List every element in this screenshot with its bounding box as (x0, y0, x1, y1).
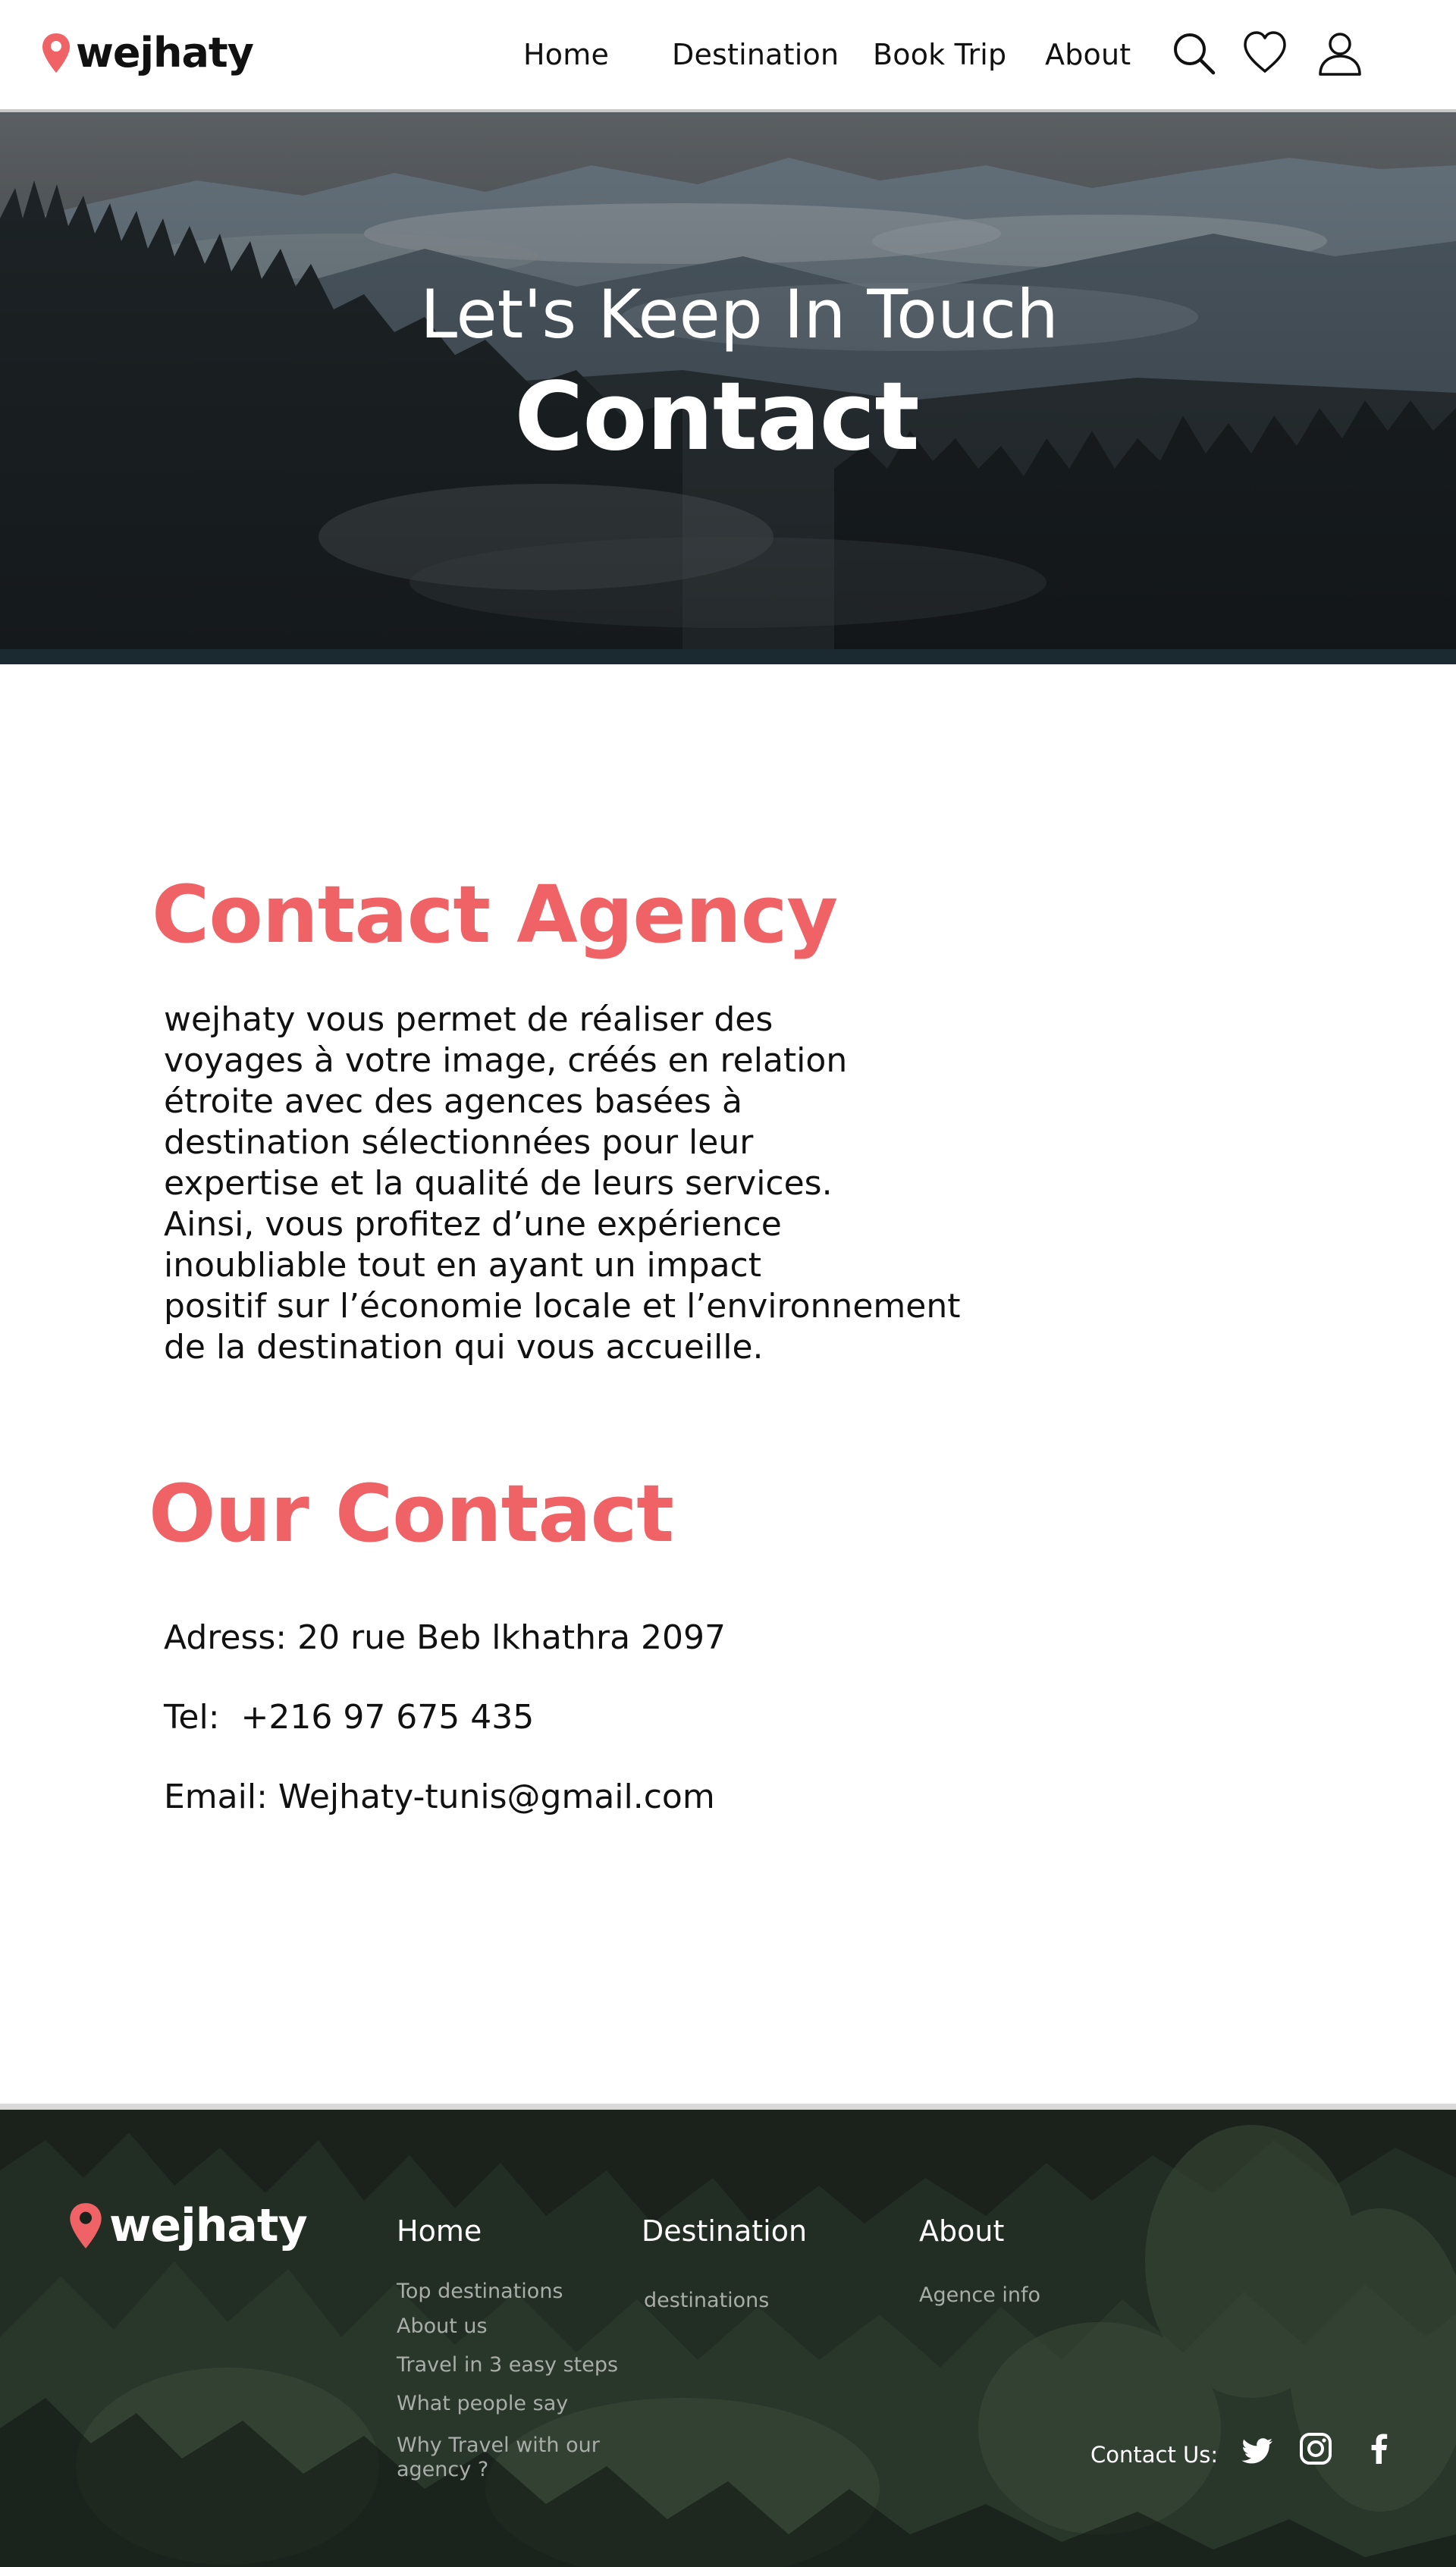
agency-description-line: voyages à votre image, créés en relation (164, 1041, 848, 1080)
footer-contact-label: Contact Us: (1090, 2442, 1219, 2468)
footer-heading-home[interactable]: Home (397, 2214, 482, 2248)
user-icon[interactable] (1316, 29, 1364, 77)
footer: wejhaty (0, 2110, 1456, 2567)
agency-description-line: wejhaty vous permet de réaliser des (164, 1000, 774, 1039)
footer-link-why-travel[interactable]: Why Travel with our (397, 2434, 600, 2458)
contact-phone[interactable]: Tel: +216 97 675 435 (164, 1698, 534, 1737)
agency-description-line: Ainsi, vous profitez d’une expérience (164, 1205, 782, 1244)
nav-link-about[interactable]: About (1045, 38, 1131, 71)
instagram-icon[interactable] (1298, 2430, 1334, 2467)
footer-brand-logo[interactable]: wejhaty (68, 2199, 308, 2252)
agency-description-line: expertise et la qualité de leurs service… (164, 1164, 833, 1203)
main-nav: Home Destination Book Trip About (0, 0, 1456, 112)
hero-title: Contact (514, 362, 919, 472)
location-pin-icon (70, 2203, 102, 2248)
contact-email[interactable]: Email: Wejhaty-tunis@gmail.com (164, 1778, 715, 1816)
hero-banner: Let's Keep In Touch Contact (0, 112, 1456, 664)
agency-description-line: positif sur l’économie locale et l’envir… (164, 1287, 961, 1326)
agency-description-line: inoubliable tout en ayant un impact (164, 1246, 761, 1285)
hero-subtitle: Let's Keep In Touch (420, 275, 1059, 353)
footer-link-travel-steps[interactable]: Travel in 3 easy steps (397, 2353, 618, 2377)
footer-divider (0, 2104, 1456, 2110)
footer-link-why-travel-cont[interactable]: agency ? (397, 2458, 488, 2482)
footer-link-agence-info[interactable]: Agence info (919, 2283, 1040, 2308)
contact-agency-heading: Contact Agency (152, 868, 838, 961)
agency-description-line: de la destination qui vous accueille. (164, 1328, 764, 1367)
nav-link-book-trip[interactable]: Book Trip (873, 38, 1006, 71)
footer-link-about-us[interactable]: About us (397, 2314, 488, 2339)
nav-link-destination[interactable]: Destination (672, 38, 839, 71)
forest-background-image (0, 2110, 1456, 2567)
footer-heading-about[interactable]: About (919, 2214, 1004, 2248)
agency-description-line: destination sélectionnées pour leur (164, 1123, 754, 1162)
search-icon[interactable] (1169, 29, 1218, 77)
nav-link-home[interactable]: Home (523, 38, 609, 71)
footer-link-what-people-say[interactable]: What people say (397, 2392, 568, 2416)
footer-link-destinations[interactable]: destinations (644, 2289, 769, 2313)
footer-heading-destination[interactable]: Destination (642, 2214, 807, 2248)
footer-link-top-destinations[interactable]: Top destinations (397, 2280, 563, 2304)
facebook-icon[interactable] (1361, 2430, 1398, 2467)
twitter-icon[interactable] (1239, 2432, 1276, 2468)
agency-description: wejhaty vous permet de réaliser des voya… (164, 999, 1059, 1368)
contact-address: Adress: 20 rue Beb lkhathra 2097 (164, 1618, 726, 1657)
navbar: wejhaty Home Destination Book Trip About (0, 0, 1456, 112)
agency-description-line: étroite avec des agences basées à (164, 1082, 742, 1121)
footer-brand-name: wejhaty (109, 2199, 308, 2252)
our-contact-heading: Our Contact (149, 1467, 674, 1560)
heart-icon[interactable] (1241, 29, 1289, 77)
